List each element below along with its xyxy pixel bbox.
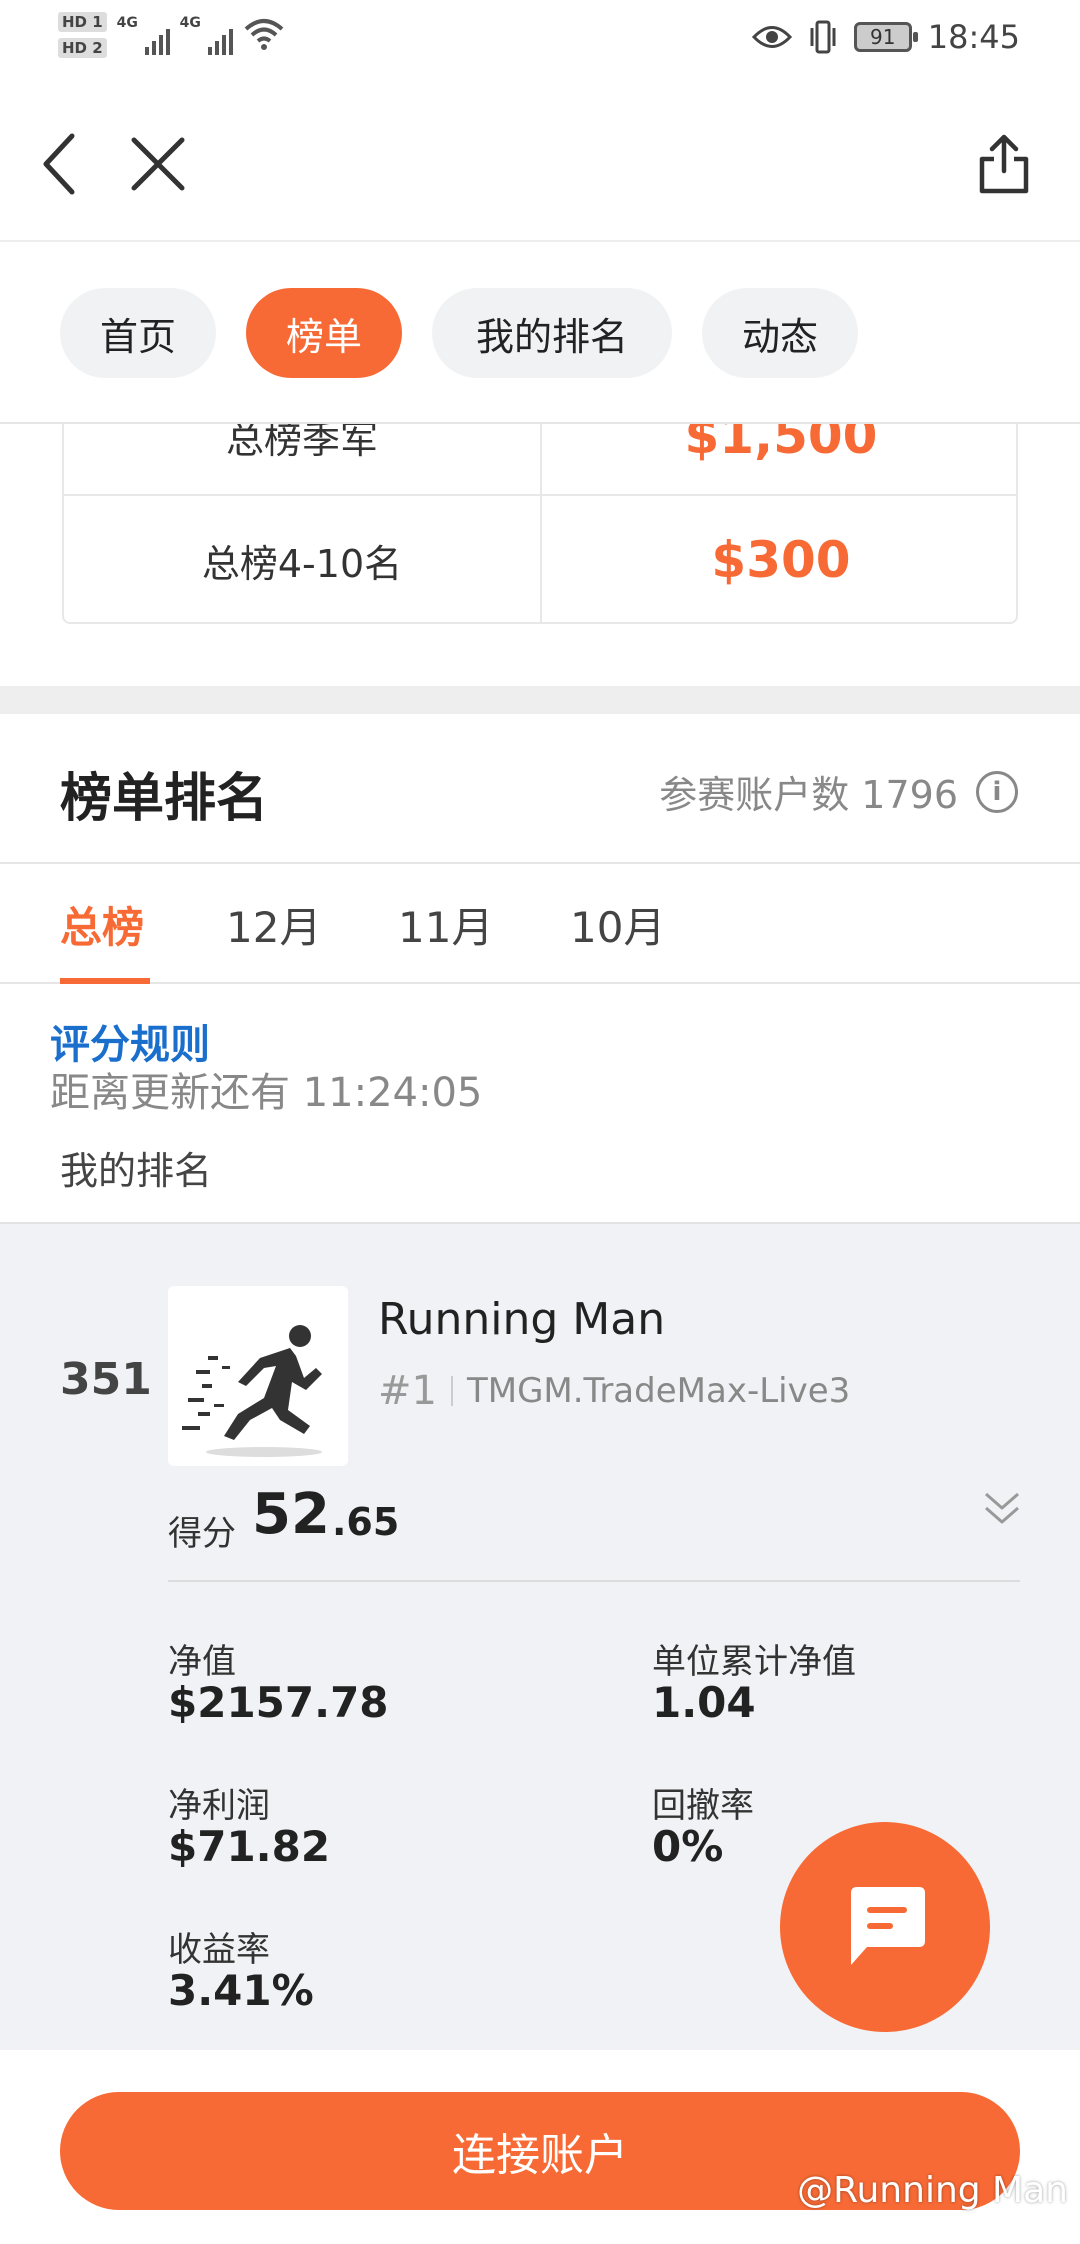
tab-november[interactable]: 11月 (398, 894, 493, 955)
close-icon (131, 137, 185, 191)
return-rate-value: 3.41% (168, 1966, 314, 2015)
watermark: @Running Man (797, 2170, 1068, 2211)
prize-rank-label: 总榜季军 (64, 424, 542, 494)
prize-rank-label: 总榜4-10名 (64, 496, 542, 622)
wifi-icon (244, 19, 283, 50)
drawdown-value: 0% (652, 1822, 724, 1871)
watermark-text: @Running Man (797, 2170, 1068, 2211)
share-button[interactable] (964, 124, 1044, 204)
avatar (168, 1286, 348, 1466)
signal-icon-2: 4G (180, 15, 233, 55)
network-type-2: 4G (179, 15, 201, 31)
prize-table: 总榜季军 $1,500 总榜4-10名 $300 (62, 424, 1018, 624)
update-countdown: 距离更新还有 11:24:05 (50, 1070, 483, 1116)
unit-nav-value: 1.04 (652, 1678, 756, 1727)
ranking-title: 榜单排名 (60, 769, 269, 829)
status-bar: HD 1 HD 2 4G 4G 91 18:45 (0, 0, 1080, 84)
sim1-badge: HD 1 (58, 12, 107, 32)
active-tab-indicator (60, 978, 150, 984)
tab-activity[interactable]: 动态 (702, 288, 858, 378)
back-arrow-icon (43, 133, 75, 195)
chat-button[interactable] (780, 1822, 990, 2032)
tab-home[interactable]: 首页 (60, 288, 216, 378)
eye-icon (751, 26, 792, 48)
info-icon[interactable]: i (976, 770, 1018, 813)
nav-bar (0, 84, 1080, 242)
period-tabs: 总榜 12月 11月 10月 (0, 864, 1080, 984)
battery-icon: 91 (853, 22, 918, 52)
unit-nav-label: 单位累计净值 (652, 1642, 856, 1682)
drawdown-label: 回撤率 (652, 1786, 754, 1826)
close-button[interactable] (118, 124, 198, 204)
trader-name: Running Man (378, 1294, 666, 1345)
net-value-label: 净值 (168, 1642, 236, 1682)
my-rank-label: 我的排名 (60, 1149, 213, 1193)
vibrate-icon (810, 20, 836, 54)
sim2-badge: HD 2 (58, 38, 107, 58)
status-right: 91 18:45 (751, 18, 1020, 56)
chevron-down-icon[interactable] (982, 1488, 1022, 1528)
section-divider (0, 686, 1080, 714)
account-info: #1 TMGM.TradeMax-Live3 (378, 1368, 850, 1414)
prize-row: 总榜4-10名 $300 (64, 496, 1016, 622)
signal-icon: 4G (117, 15, 170, 55)
divider (168, 1580, 1020, 1582)
tab-overall[interactable]: 总榜 (60, 894, 144, 955)
tab-december[interactable]: 12月 (226, 894, 321, 955)
share-icon (979, 134, 1029, 194)
prize-amount: $1,500 (684, 424, 878, 465)
prize-row: 总榜季军 $1,500 (64, 424, 1016, 496)
tab-leaderboard[interactable]: 榜单 (246, 288, 402, 378)
account-server: TMGM.TradeMax-Live3 (466, 1371, 851, 1411)
back-button[interactable] (20, 124, 100, 204)
runner-avatar-icon (182, 1325, 322, 1457)
score-label: 得分 (168, 1514, 236, 1554)
network-type-1: 4G (116, 15, 138, 31)
score-decimal: .65 (332, 1500, 400, 1544)
participants-count: 参赛账户数 1796 i (659, 764, 1018, 819)
prize-amount: $300 (711, 531, 851, 589)
return-rate-label: 收益率 (168, 1930, 270, 1970)
bottom-bar: 连接账户 @Running Man (0, 2050, 1080, 2244)
tab-october[interactable]: 10月 (570, 894, 665, 955)
participants-label: 参赛账户数 1796 (659, 773, 958, 817)
net-profit-label: 净利润 (168, 1786, 270, 1826)
section-tabs: 首页 榜单 我的排名 动态 (0, 242, 1080, 424)
status-left: HD 1 HD 2 4G 4G (58, 12, 285, 58)
chat-icon (851, 1887, 925, 1965)
tab-my-rank[interactable]: 我的排名 (432, 288, 672, 378)
account-number: #1 (378, 1368, 437, 1414)
net-value: $2157.78 (168, 1678, 389, 1727)
clock: 18:45 (927, 18, 1020, 56)
rank-number: 351 (60, 1354, 152, 1405)
separator (450, 1376, 453, 1406)
net-profit-value: $71.82 (168, 1822, 331, 1871)
score-integer: 52 (252, 1482, 330, 1547)
